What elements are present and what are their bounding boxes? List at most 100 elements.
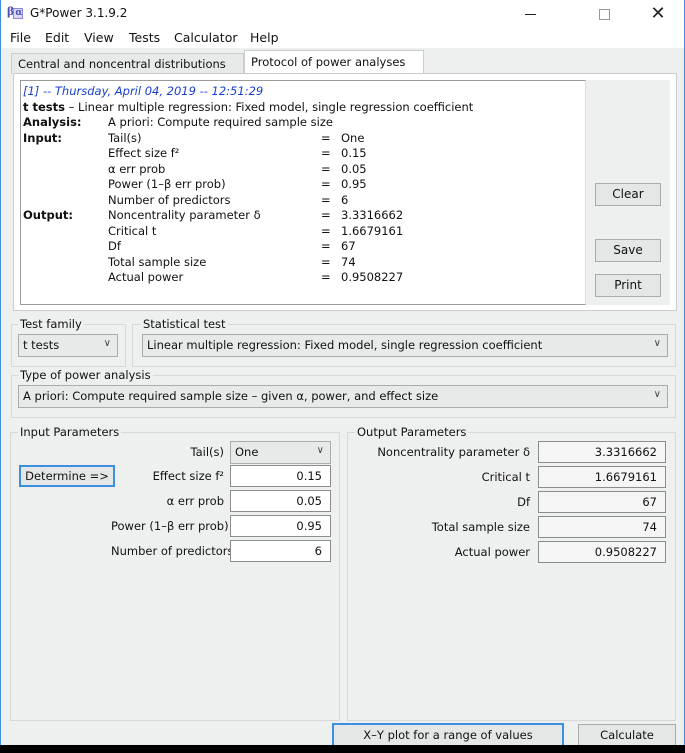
protocol-input-row-value: 0.05 [341, 161, 367, 176]
screen-edge [0, 745, 685, 753]
input-param-field[interactable]: 6 [230, 540, 331, 562]
protocol-output-row-value: 0.9508227 [341, 270, 404, 284]
input-parameters-title: Input Parameters [18, 425, 122, 439]
minimize-icon [524, 13, 536, 15]
input-param-label: α err prob [166, 494, 224, 508]
chevron-down-icon: ∨ [653, 389, 661, 400]
input-param-field[interactable]: 0.95 [230, 515, 331, 537]
gpower-beta-alpha-icon: βα [7, 5, 24, 19]
equals-sign: = [321, 146, 331, 160]
equals-sign: = [321, 130, 331, 145]
protocol-panel: [1] -- Thursday, April 04, 2019 -- 12:51… [13, 73, 677, 311]
test-family-select[interactable]: t tests ∨ [18, 334, 118, 357]
protocol-input-row-name: α err prob [108, 161, 166, 176]
protocol-output-row-name: Df [108, 239, 121, 253]
menu-view[interactable]: View [84, 30, 114, 45]
save-button[interactable]: Save [595, 239, 661, 262]
tab-protocol[interactable]: Protocol of power analyses [244, 50, 424, 74]
protocol-input-row-name: Power (1–β err prob) [108, 177, 226, 191]
protocol-test-line: t tests – Linear multiple regression: Fi… [23, 100, 473, 116]
protocol-output-row-value: 3.3316662 [341, 208, 404, 222]
protocol-input-row-value: 0.95 [341, 177, 367, 191]
equals-sign: = [321, 270, 331, 284]
maximize-icon [598, 8, 610, 20]
statistical-test-value: Linear multiple regression: Fixed model,… [147, 338, 543, 352]
tails-value: One [235, 445, 259, 459]
protocol-input-row-name: Tail(s) [108, 130, 142, 145]
determine-button[interactable]: Determine => [19, 465, 115, 487]
protocol-output-row-name: Actual power [108, 270, 184, 284]
protocol-input-label: Input: [23, 130, 62, 145]
chevron-down-icon: ∨ [316, 445, 324, 456]
tab-bar: Central and noncentral distributions Pro… [1, 48, 684, 74]
output-parameters-title: Output Parameters [355, 425, 469, 439]
protocol-output-row-name: Noncentrality parameter δ [108, 208, 261, 222]
minimize-button[interactable] [507, 0, 553, 28]
print-button[interactable]: Print [595, 274, 661, 297]
protocol-header: [1] -- Thursday, April 04, 2019 -- 12:51… [23, 84, 264, 98]
protocol-input-row-value: One [341, 130, 365, 145]
menu-file[interactable]: File [10, 30, 31, 45]
test-family-label: Test family [18, 317, 84, 331]
output-param-label: Actual power [454, 545, 530, 559]
menu-bar: File Edit View Tests Calculator Help [1, 28, 684, 48]
protocol-input-row-value: 6 [341, 192, 349, 207]
output-param-field: 1.6679161 [538, 466, 666, 488]
clear-button[interactable]: Clear [595, 183, 661, 206]
protocol-output-row-name: Total sample size [108, 254, 207, 269]
protocol-test-family: t tests [23, 99, 65, 114]
statistical-test-label: Statistical test [141, 317, 228, 331]
xy-plot-button[interactable]: X–Y plot for a range of values [332, 723, 564, 747]
close-icon: ✕ [650, 3, 666, 24]
protocol-output-label: Output: [23, 208, 73, 222]
chevron-down-icon: ∨ [653, 338, 661, 349]
equals-sign: = [321, 254, 331, 269]
menu-edit[interactable]: Edit [45, 30, 69, 45]
protocol-text-area[interactable]: [1] -- Thursday, April 04, 2019 -- 12:51… [20, 80, 586, 305]
protocol-analysis-label: Analysis: [23, 115, 82, 129]
tab-distributions[interactable]: Central and noncentral distributions [11, 53, 244, 74]
gpower-window: βα G*Power 3.1.9.2 ✕ File Edit View Test… [0, 0, 685, 747]
chevron-down-icon: ∨ [103, 338, 111, 349]
input-param-field[interactable]: 0.05 [230, 490, 331, 512]
power-analysis-type-select[interactable]: A priori: Compute required sample size –… [18, 385, 668, 408]
maximize-button[interactable] [581, 0, 627, 28]
protocol-button-column: Clear Save Print [586, 80, 670, 305]
menu-calculator[interactable]: Calculator [174, 30, 237, 45]
output-param-field: 67 [538, 491, 666, 513]
protocol-output-row-value: 1.6679161 [341, 223, 404, 238]
protocol-output-row-value: 67 [341, 239, 356, 253]
power-analysis-type-label: Type of power analysis [18, 368, 153, 382]
menu-help[interactable]: Help [250, 30, 279, 45]
output-param-field: 74 [538, 516, 666, 538]
test-family-value: t tests [23, 338, 60, 352]
tails-label: Tail(s) [190, 445, 224, 459]
protocol-test-name: – Linear multiple regression: Fixed mode… [65, 99, 474, 114]
output-param-label: Noncentrality parameter δ [377, 445, 530, 459]
statistical-test-select[interactable]: Linear multiple regression: Fixed model,… [142, 334, 668, 357]
close-button[interactable]: ✕ [635, 0, 681, 28]
window-title: G*Power 3.1.9.2 [30, 6, 128, 20]
input-param-field[interactable]: 0.15 [230, 465, 331, 487]
protocol-analysis-value: A priori: Compute required sample size [108, 115, 333, 129]
output-param-label: Total sample size [431, 520, 530, 534]
protocol-input-row-value: 0.15 [341, 146, 367, 160]
equals-sign: = [321, 177, 331, 191]
output-param-field: 0.9508227 [538, 541, 666, 563]
tails-select[interactable]: One ∨ [230, 441, 331, 464]
title-bar: βα G*Power 3.1.9.2 ✕ [1, 0, 684, 28]
protocol-output-row-value: 74 [341, 254, 356, 269]
menu-tests[interactable]: Tests [129, 30, 160, 45]
output-param-field: 3.3316662 [538, 441, 666, 463]
output-param-label: Df [517, 495, 530, 509]
input-param-label: Power (1–β err prob) [111, 519, 229, 533]
protocol-output-row-name: Critical t [108, 223, 157, 238]
protocol-input-row-name: Effect size f² [108, 146, 180, 160]
equals-sign: = [321, 161, 331, 176]
input-param-label: Number of predictors [111, 544, 234, 558]
protocol-input-row-name: Number of predictors [108, 192, 231, 207]
equals-sign: = [321, 208, 331, 222]
input-param-label: Effect size f² [152, 469, 224, 483]
output-param-label: Critical t [481, 470, 530, 484]
calculate-button[interactable]: Calculate [578, 724, 676, 747]
